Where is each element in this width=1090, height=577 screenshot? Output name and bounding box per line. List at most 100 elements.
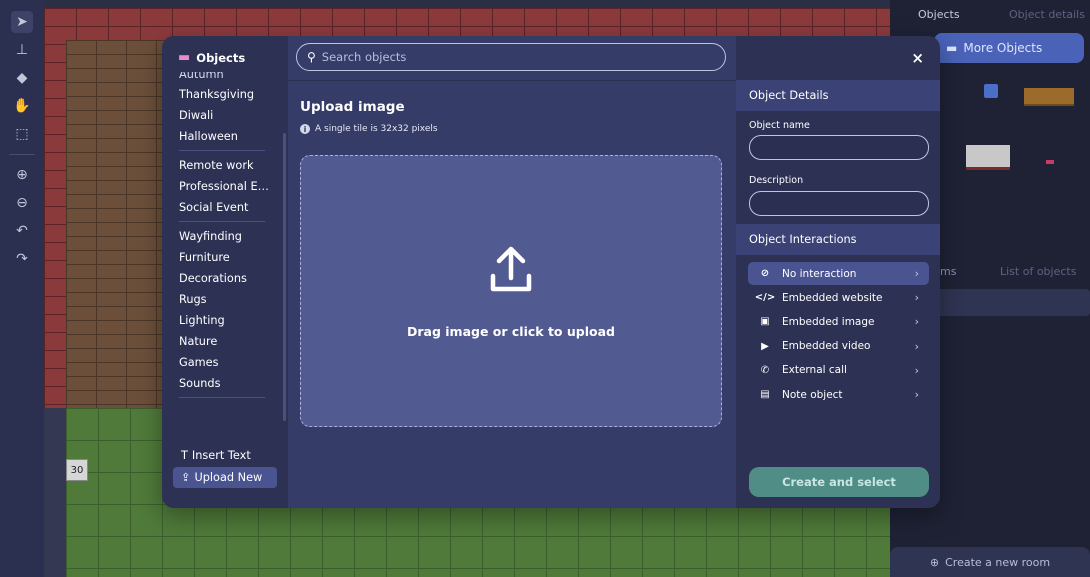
map-tile-label: 30 [66, 459, 88, 481]
tab-object-details[interactable]: Object details [999, 8, 1090, 21]
interaction-label: Embedded video [782, 340, 871, 353]
interaction-label: Embedded website [782, 291, 883, 304]
phone-icon: ✆ [760, 364, 770, 376]
chevron-right-icon: › [914, 315, 919, 329]
interaction-option[interactable]: </> Embedded website › [748, 286, 929, 309]
interaction-label: Embedded image [782, 315, 875, 328]
zoom-in-icon[interactable]: ⊕ [11, 164, 33, 186]
category-item[interactable]: Games [179, 352, 274, 373]
map-top-edge [44, 0, 890, 8]
divider [288, 80, 736, 81]
image-dropzone[interactable]: Drag image or click to upload [300, 155, 722, 427]
search-box[interactable]: ⚲ Search objects [296, 43, 726, 71]
chevron-right-icon: › [914, 363, 919, 377]
play-icon: ▶ [761, 340, 769, 352]
sidebar-title: ▬ Objects [178, 50, 245, 65]
category-item[interactable]: Diwali [179, 105, 274, 126]
category-item[interactable]: Social Event [179, 197, 274, 218]
chevron-right-icon: › [914, 339, 919, 353]
chevron-right-icon: › [914, 388, 919, 401]
interaction-option[interactable]: ▤ Note object › [748, 383, 929, 406]
pointer-icon[interactable]: ➤ [11, 11, 33, 33]
object-thumb[interactable] [1024, 88, 1074, 106]
code-icon: </> [754, 292, 776, 304]
category-divider [179, 221, 265, 222]
interaction-option[interactable]: ▶ Embedded video › [748, 335, 929, 358]
undo-icon[interactable]: ↶ [11, 220, 33, 242]
select-area-icon[interactable]: ⬚ [11, 123, 33, 145]
description-field[interactable] [749, 191, 929, 216]
object-name-field[interactable] [749, 135, 929, 160]
category-item[interactable]: Rugs [179, 289, 274, 310]
left-toolbar: ➤ ⊥ ◆ ✋ ⬚ ⊕ ⊖ ↶ ↷ [0, 0, 44, 577]
category-item[interactable]: Autumn [179, 72, 274, 84]
upload-hint: i A single tile is 32x32 pixels [300, 124, 438, 134]
upload-panel: ⚲ Search objects Upload image i A single… [288, 36, 736, 508]
category-item[interactable]: Professional Ev... [179, 176, 274, 197]
create-room-label: Create a new room [945, 555, 1051, 569]
tab-objects[interactable]: Objects [890, 8, 999, 21]
category-item[interactable]: Remote work [179, 155, 274, 176]
object-interactions-header: Object Interactions [736, 224, 940, 255]
objects-modal: ▬ Objects Autumn Thanksgiving Diwali Hallow… [162, 36, 940, 508]
info-icon: i [300, 124, 310, 134]
text-icon: T [181, 449, 188, 462]
map-grass-edge [44, 408, 66, 577]
category-divider [179, 397, 265, 398]
category-item[interactable]: Halloween [179, 126, 274, 147]
hand-icon[interactable]: ✋ [11, 95, 33, 117]
stamp-icon[interactable]: ⊥ [11, 39, 33, 61]
close-icon[interactable]: × [911, 49, 924, 67]
category-item[interactable]: Furniture [179, 247, 274, 268]
more-objects-label: More Objects [963, 41, 1043, 55]
category-item[interactable]: Decorations [179, 268, 274, 289]
redo-icon[interactable]: ↷ [11, 248, 33, 270]
interaction-label: Note object [782, 388, 843, 401]
search-icon: ⚲ [307, 50, 316, 64]
insert-text-label: Insert Text [191, 449, 251, 462]
zoom-out-icon[interactable]: ⊖ [11, 192, 33, 214]
app-root: ➤ ⊥ ◆ ✋ ⬚ ⊕ ⊖ ↶ ↷ 30 Objects Object details ▬ Mo… [0, 0, 1090, 577]
interaction-label: No interaction [782, 267, 857, 280]
category-item[interactable]: Thanksgiving [179, 84, 274, 105]
category-item[interactable]: Wayfinding [179, 226, 274, 247]
dropzone-text: Drag image or click to upload [407, 323, 615, 339]
interaction-option[interactable]: ⊘ No interaction › [748, 262, 929, 285]
object-thumb[interactable] [966, 145, 1010, 170]
upload-arrow-icon [490, 246, 532, 291]
note-icon: ▤ [760, 389, 770, 400]
object-name-label: Object name [749, 120, 810, 131]
sofa-icon: ▬ [178, 50, 191, 65]
category-scrollbar[interactable] [283, 133, 286, 421]
insert-text-button[interactable]: T Insert Text [173, 445, 277, 466]
chevron-right-icon: › [914, 291, 919, 305]
more-objects-button[interactable]: ▬ More Objects [934, 33, 1084, 63]
category-item[interactable]: Nature [179, 331, 274, 352]
upload-new-label: Upload New [194, 471, 263, 484]
tab-list-of-objects[interactable]: List of objects [990, 265, 1076, 278]
create-and-select-button[interactable]: Create and select [749, 467, 929, 497]
no-interaction-icon: ⊘ [760, 268, 770, 279]
interaction-option[interactable]: ▣ Embedded image › [748, 310, 929, 333]
category-list[interactable]: Autumn Thanksgiving Diwali Halloween Remote … [179, 72, 279, 442]
eraser-icon[interactable]: ◆ [11, 67, 33, 89]
upload-title: Upload image [300, 99, 405, 115]
chevron-right-icon: › [914, 267, 919, 280]
plus-circle-icon: ⊕ [929, 555, 940, 569]
search-input[interactable]: Search objects [322, 50, 407, 64]
image-icon: ▣ [760, 316, 770, 328]
upload-hint-text: A single tile is 32x32 pixels [315, 124, 438, 134]
interaction-option[interactable]: ✆ External call › [748, 359, 929, 382]
object-thumb[interactable] [984, 84, 998, 98]
sidebar-actions: T Insert Text ⇪ Upload New [173, 444, 277, 488]
object-thumb[interactable] [1046, 160, 1054, 164]
right-tabs: Objects Object details [890, 0, 1090, 28]
category-sidebar: ▬ Objects Autumn Thanksgiving Diwali Hallow… [162, 36, 288, 508]
category-item[interactable]: Sounds [179, 373, 274, 394]
interaction-label: External call [782, 364, 847, 377]
create-room-button[interactable]: ⊕ Create a new room [890, 547, 1090, 577]
object-details-header: Object Details [736, 80, 940, 111]
toolbar-divider [9, 154, 35, 155]
upload-new-button[interactable]: ⇪ Upload New [173, 467, 277, 488]
category-item[interactable]: Lighting [179, 310, 274, 331]
